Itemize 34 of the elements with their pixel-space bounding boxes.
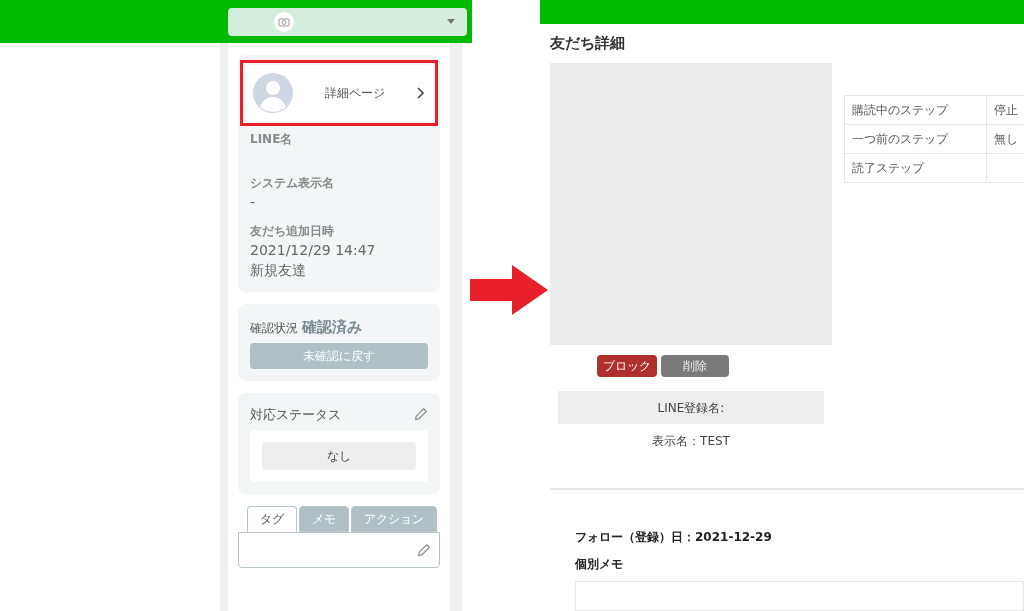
delete-button[interactable]: 削除 xyxy=(661,355,729,377)
field-label: システム表示名 xyxy=(250,175,335,192)
page-title: 友だち詳細 xyxy=(550,33,626,54)
field-value: 新規友達 xyxy=(250,261,307,280)
tab[interactable]: タグ xyxy=(247,506,297,532)
pencil-icon[interactable] xyxy=(414,407,428,422)
block-button[interactable]: ブロック xyxy=(597,355,657,377)
memo-field[interactable] xyxy=(575,581,1024,611)
field-value: - xyxy=(250,193,257,212)
pencil-icon[interactable] xyxy=(417,543,431,557)
table-cell: 読了ステップ xyxy=(844,153,987,183)
account-dropdown[interactable] xyxy=(228,7,467,36)
arrow-right-icon xyxy=(470,265,548,315)
table-cell: 停止 xyxy=(986,95,1024,125)
table-cell: 一つ前のステップ xyxy=(844,124,987,154)
avatar-icon xyxy=(253,73,293,113)
detail-page-link[interactable]: 詳細ページ xyxy=(245,65,433,121)
scrollbar[interactable] xyxy=(450,43,462,611)
field-label: LINE名 xyxy=(250,131,294,148)
confirm-value: 確認済み xyxy=(302,317,362,338)
chevron-right-icon xyxy=(417,87,425,99)
table-cell: 購読中のステップ xyxy=(844,95,987,125)
field-label: 友だち追加日時 xyxy=(250,223,335,240)
field-value: 2021/12/29 14:47 xyxy=(250,241,377,260)
line-name-label: LINE登録名: xyxy=(657,399,725,417)
status-title: 対応ステータス xyxy=(250,405,341,424)
display-name: 表示名：TEST xyxy=(651,433,731,450)
camera-icon xyxy=(274,11,294,32)
scrollbar[interactable] xyxy=(220,43,228,611)
confirm-label: 確認状況 xyxy=(250,320,298,337)
follow-date: フォロー（登録）日：2021-12-29 xyxy=(575,529,773,546)
memo-title: 個別メモ xyxy=(575,556,624,573)
status-value[interactable]: なし xyxy=(262,442,416,470)
caret-icon xyxy=(447,19,455,24)
